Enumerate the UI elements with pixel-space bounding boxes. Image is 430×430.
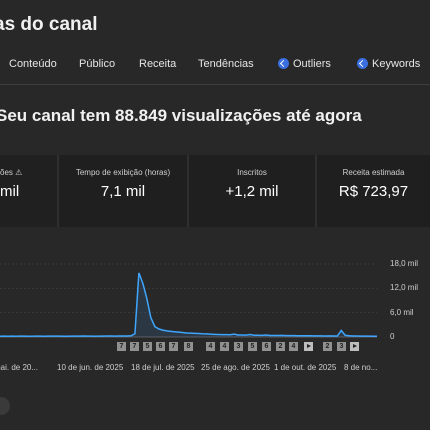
y-tick-label: 0 (390, 332, 395, 341)
play-icon[interactable] (350, 342, 359, 351)
annotation-marker[interactable]: 2 (276, 342, 285, 351)
y-tick-label: 12,0 mil (390, 283, 419, 293)
annotation-marker[interactable]: 6 (262, 342, 271, 351)
play-icon[interactable] (304, 342, 313, 351)
annotation-marker[interactable]: 3 (234, 342, 243, 351)
annotation-marker[interactable]: 8 (184, 342, 193, 351)
annotation-marker[interactable]: 4 (206, 342, 215, 351)
annotation-marker[interactable]: 7 (169, 342, 178, 351)
annotation-marker[interactable]: 5 (248, 342, 257, 351)
x-tick-label: 25 de ago. de 2025 (201, 363, 270, 372)
y-tick-label: 18,0 mil (390, 259, 419, 268)
series-line (0, 272, 378, 337)
annotation-marker[interactable]: 4 (220, 342, 229, 351)
y-tick-label: 6,0 mil (390, 307, 414, 317)
annotation-marker[interactable]: 6 (156, 342, 165, 351)
annotation-marker[interactable]: 5 (143, 342, 152, 351)
x-tick-label: 18 de jul. de 2025 (131, 363, 195, 372)
x-tick-label: 1 de out. de 2025 (274, 363, 337, 372)
annotation-marker[interactable]: 2 (323, 342, 332, 351)
x-tick-label: 10 de jun. de 2025 (57, 363, 124, 372)
x-tick-label: mai. de 20... (0, 363, 39, 372)
annotation-marker[interactable]: 4 (289, 342, 298, 351)
series-area (0, 272, 377, 337)
annotation-marker[interactable]: 7 (130, 342, 139, 351)
annotation-marker[interactable]: 7 (117, 342, 126, 351)
x-tick-label: 8 de no... (344, 363, 378, 372)
annotation-marker[interactable]: 3 (337, 342, 346, 351)
